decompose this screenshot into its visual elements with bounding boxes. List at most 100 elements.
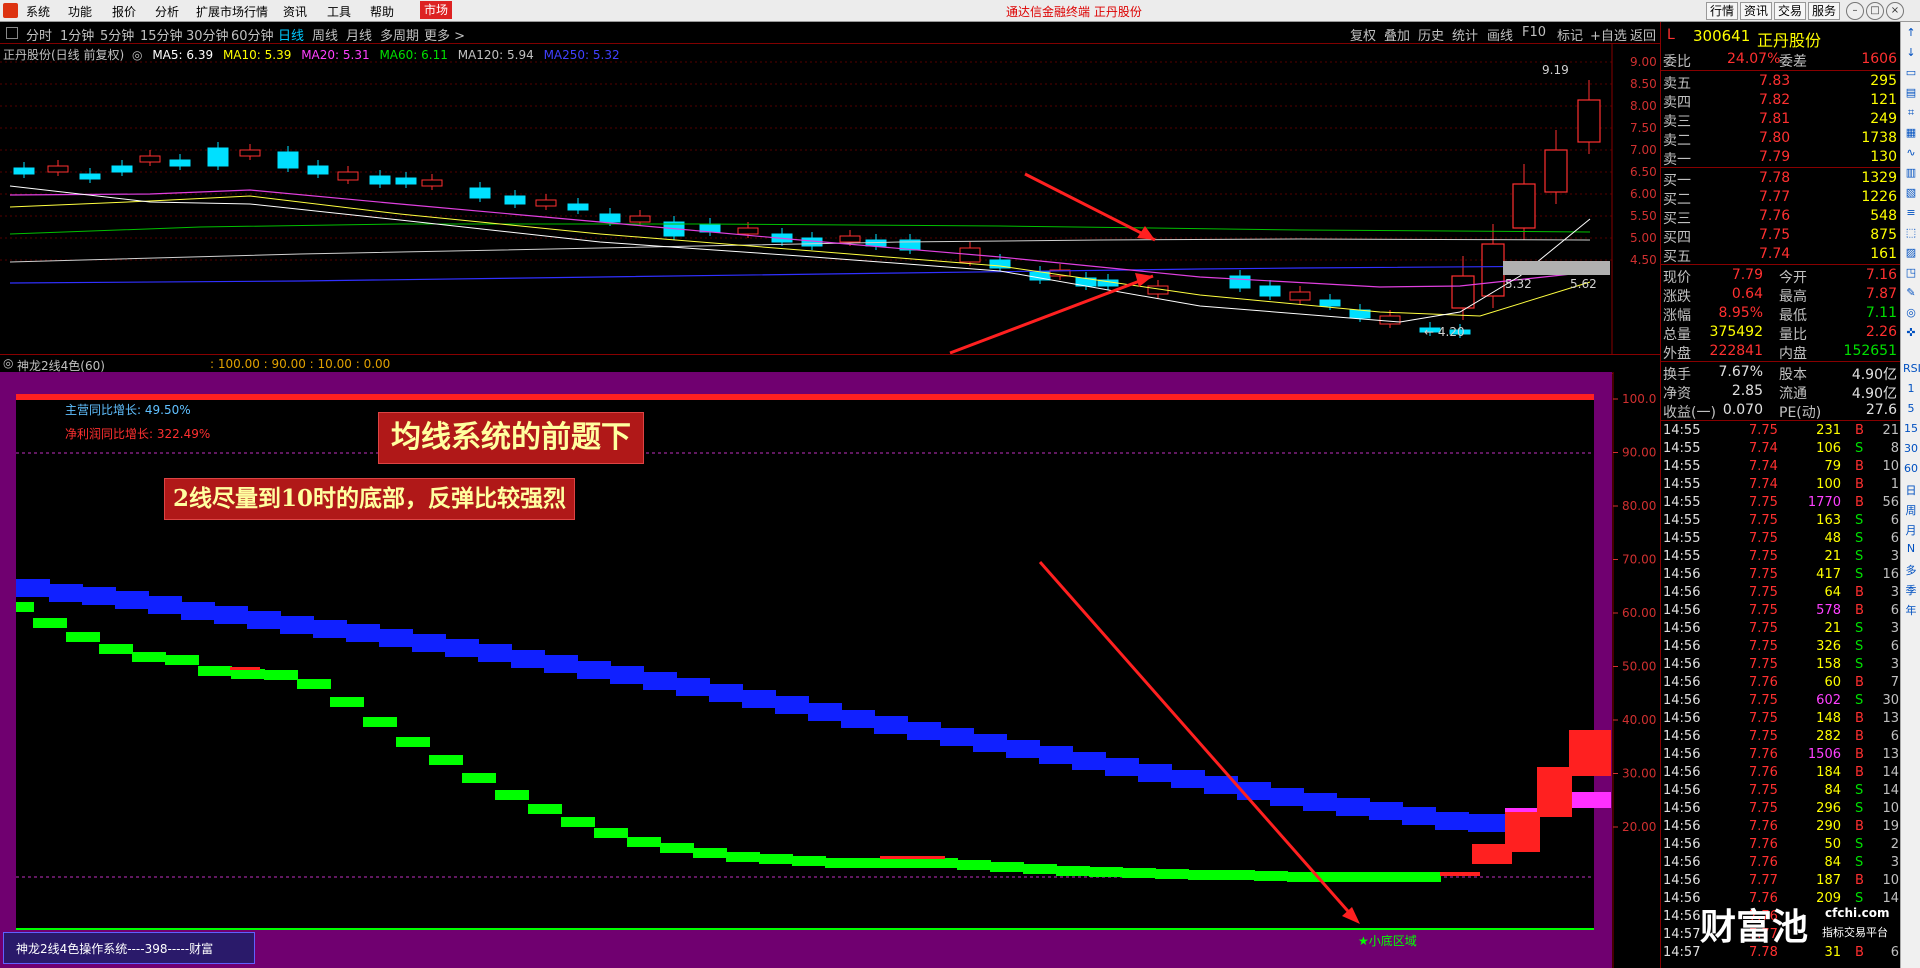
sidebar-tool-icon[interactable]: ⌗ <box>1903 106 1919 120</box>
bid-row[interactable]: 买二 7.77 1226 <box>1661 188 1901 208</box>
trade-button[interactable]: 交易 <box>1774 2 1807 20</box>
sidebar-period-label[interactable]: 15 <box>1903 422 1919 435</box>
tool-draw[interactable]: 画线 <box>1487 25 1513 44</box>
period-monthly[interactable]: 月线 <box>346 25 372 44</box>
sidebar-period-label[interactable]: 季 <box>1903 582 1919 598</box>
sidebar-tool-icon[interactable]: ▨ <box>1903 246 1919 259</box>
sidebar-tool-icon[interactable]: ◎ <box>1903 306 1919 319</box>
tool-mark[interactable]: 标记 <box>1557 25 1583 44</box>
bid-row[interactable]: 买五 7.74 161 <box>1661 245 1901 265</box>
tool-fuquan[interactable]: 复权 <box>1350 25 1376 44</box>
menu-system[interactable]: 系统 <box>26 3 50 20</box>
quote-button[interactable]: 行情 <box>1706 2 1739 20</box>
ask-row[interactable]: 卖四 7.82 121 <box>1661 91 1901 111</box>
green-line-segment <box>1023 864 1057 874</box>
green-line-segment <box>198 666 232 676</box>
green-line-segment <box>858 858 892 868</box>
indicator-params: : 100.00 : 90.00 : 10.00 : 0.00 <box>210 357 391 371</box>
menu-extended-market[interactable]: 扩展市场行情 <box>196 3 268 20</box>
ask-row[interactable]: 卖三 7.81 249 <box>1661 110 1901 130</box>
ask-row[interactable]: 卖五 7.83 295 <box>1661 72 1901 92</box>
sidebar-period-label[interactable]: 多 <box>1903 562 1919 578</box>
period-more[interactable]: 更多 > <box>424 25 465 44</box>
green-line-segment <box>1386 872 1420 882</box>
period-daily[interactable]: 日线 <box>278 25 304 44</box>
candle-body <box>337 171 359 181</box>
candle-body <box>1512 183 1536 229</box>
sidebar-tool-icon[interactable]: ▥ <box>1903 166 1919 179</box>
sidebar-tool-icon[interactable]: ▤ <box>1903 86 1919 99</box>
sidebar-tool-icon[interactable]: ▧ <box>1903 186 1919 199</box>
tool-history[interactable]: 历史 <box>1418 25 1444 44</box>
sidebar-tool-icon[interactable]: ▦ <box>1903 126 1919 139</box>
sidebar-tool-icon[interactable]: ≡ <box>1903 206 1919 219</box>
price-axis-label: 5.00 <box>1630 231 1657 245</box>
bid-row[interactable]: 买四 7.75 875 <box>1661 226 1901 246</box>
sidebar-period-label[interactable]: 日 <box>1903 482 1919 498</box>
green-line-segment <box>1122 868 1156 878</box>
green-line-segment <box>561 817 595 827</box>
sidebar-tool-icon[interactable]: ✜ <box>1903 326 1919 339</box>
tool-f10[interactable]: F10 <box>1522 25 1546 40</box>
tool-overlay[interactable]: 叠加 <box>1384 25 1410 44</box>
sidebar-tool-icon[interactable]: ∿ <box>1903 146 1919 159</box>
sidebar-period-label[interactable]: 60 <box>1903 462 1919 475</box>
ask-row[interactable]: 卖一 7.79 130 <box>1661 148 1901 168</box>
sidebar-period-label[interactable]: 周 <box>1903 502 1919 518</box>
sidebar-period-label[interactable]: N <box>1903 542 1919 555</box>
menu-analysis[interactable]: 分析 <box>155 3 179 20</box>
tool-back[interactable]: 返回 <box>1630 25 1656 44</box>
period-1min[interactable]: 1分钟 <box>60 25 94 44</box>
sidebar-tool-icon[interactable]: ◳ <box>1903 266 1919 279</box>
sidebar-period-label[interactable]: 1 <box>1903 382 1919 395</box>
maximize-icon[interactable]: □ <box>1866 2 1884 20</box>
sidebar-period-label[interactable]: 月 <box>1903 522 1919 538</box>
news-button[interactable]: 资讯 <box>1740 2 1773 20</box>
green-line-segment <box>297 679 331 689</box>
sidebar-tool-icon[interactable]: ✎ <box>1903 286 1919 299</box>
tick-row: 14:56 7.76 84 S 3 <box>1663 855 1899 870</box>
indicator-settings-icon[interactable]: ◎ <box>3 356 13 370</box>
bid-row[interactable]: 买三 7.76 548 <box>1661 207 1901 227</box>
period-30min[interactable]: 30分钟 <box>186 25 229 44</box>
close-icon[interactable]: × <box>1886 2 1904 20</box>
stat-row: 涨跌 0.64 最高 7.87 <box>1663 286 1897 305</box>
tick-row: 14:56 7.75 602 S 30 <box>1663 693 1899 708</box>
menu-help[interactable]: 帮助 <box>370 3 394 20</box>
menu-news[interactable]: 资讯 <box>283 3 307 20</box>
market-button[interactable]: 市场 <box>420 1 453 19</box>
bid-row[interactable]: 买一 7.78 1329 <box>1661 169 1901 189</box>
period-fenshi[interactable]: 分时 <box>26 25 52 44</box>
menu-quote[interactable]: 报价 <box>112 3 136 20</box>
tool-stats[interactable]: 统计 <box>1452 25 1478 44</box>
sidebar-period-label[interactable]: RSI <box>1903 362 1920 375</box>
menu-function[interactable]: 功能 <box>68 3 92 20</box>
sidebar-tool-icon[interactable]: ↑ <box>1903 26 1919 39</box>
menu-bar: 系统 功能 报价 分析 扩展市场行情 资讯 工具 帮助 市场 通达信金融终端 正… <box>0 0 1920 22</box>
panel-toggle-icon[interactable] <box>6 27 18 39</box>
period-60min[interactable]: 60分钟 <box>231 25 274 44</box>
tool-add-watchlist[interactable]: +自选 <box>1590 25 1627 44</box>
period-15min[interactable]: 15分钟 <box>140 25 183 44</box>
price-chart[interactable]: 9.19 ← 4.20 5.32 5.62 9.00 8.50 8.00 7.50 7.… <box>0 44 1660 354</box>
price-axis-label: 4.50 <box>1630 253 1657 267</box>
sidebar-tool-icon[interactable]: ⬚ <box>1903 226 1919 239</box>
sidebar-period-label[interactable]: 30 <box>1903 442 1919 455</box>
ask-row[interactable]: 卖二 7.80 1738 <box>1661 129 1901 149</box>
period-multi[interactable]: 多周期 <box>380 25 419 44</box>
period-5min[interactable]: 5分钟 <box>100 25 134 44</box>
indicator-plot-area <box>16 394 1594 930</box>
price-axis: 9.00 8.50 8.00 7.50 7.00 6.50 6.00 5.50 5.00 4.50 <box>1611 44 1660 354</box>
sidebar-tool-icon[interactable]: ▭ <box>1903 66 1919 79</box>
tick-row: 14:55 7.74 79 B 10 <box>1663 459 1899 474</box>
tick-row: 14:56 7.76 290 B 19 <box>1663 819 1899 834</box>
sidebar-period-label[interactable]: 5 <box>1903 402 1919 415</box>
service-button[interactable]: 服务 <box>1808 2 1841 20</box>
blue-line-segment <box>49 584 83 602</box>
sidebar-period-label[interactable]: 年 <box>1903 602 1919 618</box>
period-weekly[interactable]: 周线 <box>312 25 338 44</box>
sidebar-tool-icon[interactable]: ↓ <box>1903 46 1919 59</box>
indicator-chart[interactable]: 100.0 90.00 80.00 70.00 60.00 50.00 40.00 30.00… <box>0 372 1660 968</box>
minimize-icon[interactable]: – <box>1846 2 1864 20</box>
menu-tools[interactable]: 工具 <box>327 3 351 20</box>
